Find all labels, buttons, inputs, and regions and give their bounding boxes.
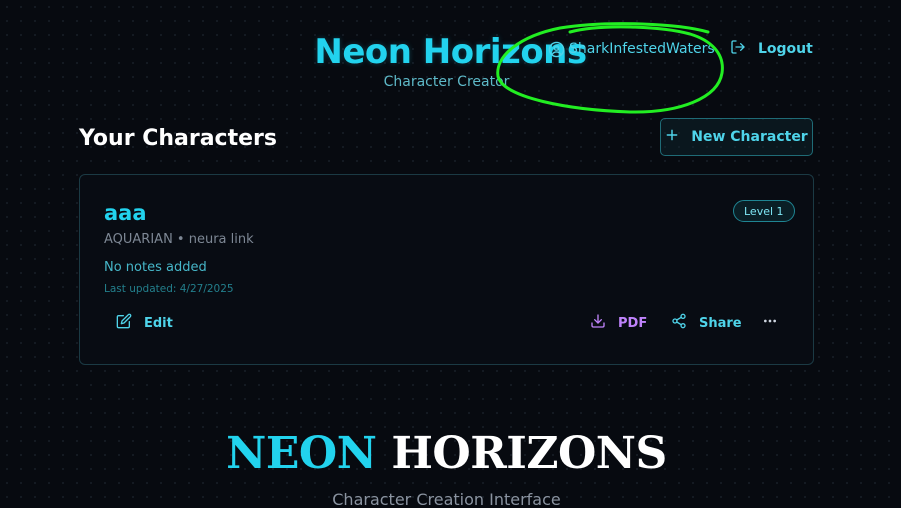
new-character-button[interactable]: New Character <box>660 118 813 156</box>
footer-title-neon: NEON <box>226 428 377 479</box>
username: SharkInfestedWaters <box>569 41 715 57</box>
edit-button[interactable]: Edit <box>116 313 173 333</box>
app-subtitle: Character Creator <box>383 74 510 90</box>
logout-button[interactable]: Logout <box>730 38 813 60</box>
edit-icon <box>116 313 132 333</box>
logout-icon <box>730 39 746 59</box>
edit-label: Edit <box>144 315 173 331</box>
share-label: Share <box>699 315 742 331</box>
section-title: Your Characters <box>79 126 277 151</box>
more-horizontal-icon <box>762 313 778 333</box>
last-updated: Last updated: 4/27/2025 <box>104 283 234 295</box>
share-button[interactable]: Share <box>671 313 742 333</box>
share-icon <box>671 313 687 333</box>
new-character-label: New Character <box>691 129 808 145</box>
download-icon <box>590 313 606 333</box>
user-circle-icon <box>548 41 565 58</box>
plus-icon <box>665 128 679 146</box>
pdf-label: PDF <box>618 315 648 331</box>
character-meta: AQUARIAN • neura link <box>104 232 254 247</box>
pdf-button[interactable]: PDF <box>590 313 647 333</box>
user-profile[interactable]: SharkInfestedWaters <box>548 38 715 60</box>
character-notes: No notes added <box>104 260 207 275</box>
character-name[interactable]: aaa <box>104 200 147 226</box>
footer-title: NEON HORIZONS <box>0 428 893 480</box>
logout-label: Logout <box>758 41 813 57</box>
footer-title-horizons: HORIZONS <box>391 428 667 479</box>
level-badge: Level 1 <box>733 200 795 222</box>
more-options-button[interactable] <box>762 313 778 333</box>
footer-subtitle: Character Creation Interface <box>332 490 561 508</box>
